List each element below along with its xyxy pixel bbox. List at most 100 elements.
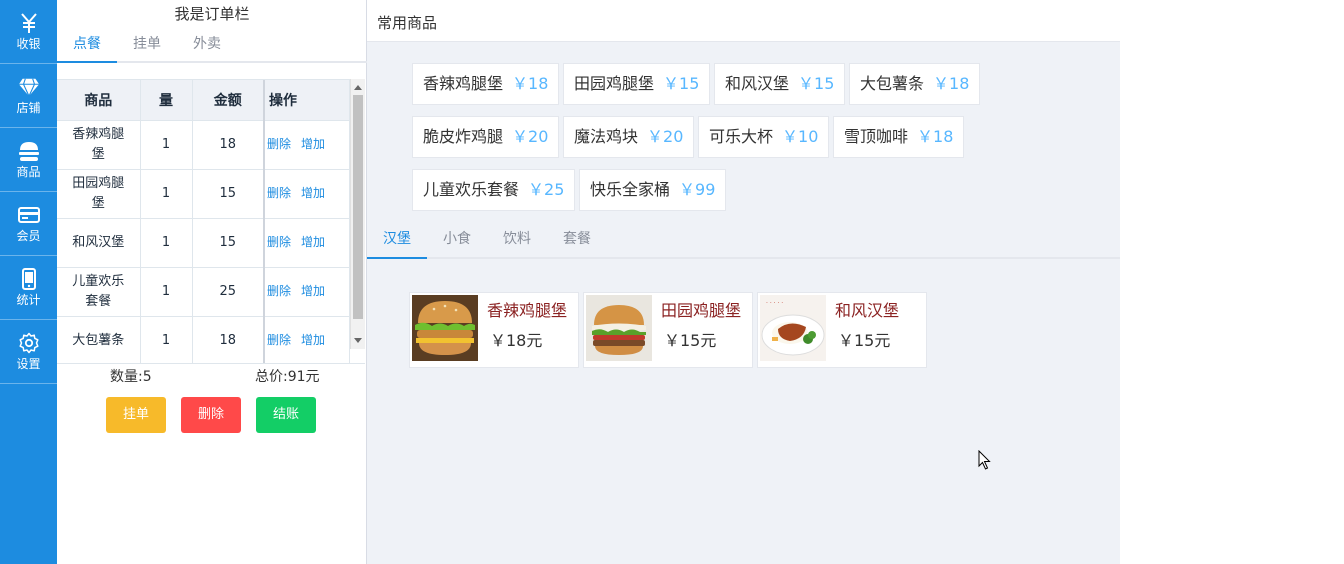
table-header-row: 商品 量 金额 操作	[57, 80, 350, 121]
goods-name: 香辣鸡腿堡	[487, 301, 568, 320]
scroll-thumb[interactable]	[353, 95, 363, 319]
svg-text:· · · · ·: · · · · ·	[766, 300, 783, 307]
burger-photo-image	[412, 295, 478, 361]
common-item-name: 快乐全家桶	[590, 180, 671, 199]
common-item[interactable]: 大包薯条 ￥18	[849, 63, 981, 105]
table-row: 香辣鸡腿堡 1 18 删除 增加	[57, 120, 350, 170]
scroll-up-arrow-icon[interactable]	[354, 85, 362, 90]
column-header-product: 商品	[57, 80, 141, 121]
delete-link[interactable]: 删除	[267, 235, 291, 249]
burger-photo-image	[586, 295, 652, 361]
nav-item-stats[interactable]: 统计	[0, 256, 57, 320]
common-item-name: 和风汉堡	[725, 74, 790, 93]
common-item-name: 魔法鸡块	[574, 127, 639, 146]
goods-price: ￥18元	[490, 331, 543, 350]
row-actions: 删除 增加	[263, 267, 350, 317]
common-item[interactable]: 田园鸡腿堡 ￥15	[563, 63, 711, 105]
nav-item-cashier[interactable]: 收银	[0, 0, 57, 64]
left-nav: 收银 店铺 商品 会员 统计 设置	[0, 0, 57, 564]
tab-order-takeout[interactable]: 外卖	[193, 27, 221, 63]
column-header-actions: 操作	[263, 80, 350, 121]
row-product-name: 和风汉堡	[57, 218, 141, 268]
delete-link[interactable]: 删除	[267, 284, 291, 298]
nav-label: 设置	[16, 357, 41, 371]
common-item[interactable]: 快乐全家桶 ￥99	[579, 169, 727, 211]
nav-item-shop[interactable]: 店铺	[0, 64, 57, 128]
divider	[57, 363, 365, 364]
nav-item-goods[interactable]: 商品	[0, 128, 57, 192]
row-actions: 删除 增加	[263, 120, 350, 170]
row-amount: 18	[192, 120, 265, 170]
row-qty: 1	[140, 169, 193, 219]
row-amount: 15	[192, 169, 265, 219]
yen-icon	[18, 12, 40, 34]
active-tab-indicator	[367, 257, 427, 259]
common-item-price: ￥25	[528, 180, 565, 199]
common-item[interactable]: 可乐大杯 ￥10	[698, 116, 830, 158]
goods-name: 田园鸡腿堡	[661, 301, 742, 320]
tab-category-burger[interactable]: 汉堡	[383, 221, 411, 257]
checkout-button[interactable]: 结账	[256, 397, 316, 433]
row-qty: 1	[140, 218, 193, 268]
order-tabs: 点餐 挂单 外卖	[57, 27, 367, 63]
order-panel-title: 我是订单栏	[174, 5, 250, 23]
pos-app: 收银 店铺 商品 会员 统计 设置 我是订单栏 点餐 挂单 外卖 商品 量 金额…	[0, 0, 1344, 564]
common-item-price: ￥18	[512, 74, 549, 93]
delete-link[interactable]: 删除	[267, 333, 291, 347]
tab-order-hold[interactable]: 挂单	[133, 27, 161, 63]
table-scrollbar[interactable]	[350, 79, 365, 349]
hold-order-button[interactable]: 挂单	[106, 397, 166, 433]
row-product-name: 大包薯条	[57, 316, 141, 364]
goods-price: ￥15元	[664, 331, 717, 350]
nav-item-members[interactable]: 会员	[0, 192, 57, 256]
nav-item-settings[interactable]: 设置	[0, 320, 57, 384]
common-item-name: 田园鸡腿堡	[574, 74, 655, 93]
add-link[interactable]: 增加	[301, 333, 325, 347]
table-row: 大包薯条 1 18 删除 增加	[57, 316, 350, 364]
common-item-price: ￥10	[782, 127, 819, 146]
order-total: 总价:91元	[255, 369, 320, 385]
add-link[interactable]: 增加	[301, 284, 325, 298]
common-item-price: ￥20	[647, 127, 684, 146]
category-tabs: 汉堡 小食 饮料 套餐	[367, 221, 1120, 259]
common-item[interactable]: 脆皮炸鸡腿 ￥20	[412, 116, 560, 158]
add-link[interactable]: 增加	[301, 235, 325, 249]
column-header-qty: 量	[140, 80, 193, 121]
order-summary: 数量:5 总价:91元	[57, 366, 367, 388]
scroll-down-arrow-icon[interactable]	[354, 338, 362, 343]
delete-order-button[interactable]: 删除	[181, 397, 241, 433]
common-item[interactable]: 雪顶咖啡 ￥18	[833, 116, 965, 158]
nav-label: 会员	[16, 229, 41, 243]
common-item[interactable]: 和风汉堡 ￥15	[714, 63, 846, 105]
tab-order-dine[interactable]: 点餐	[73, 27, 101, 63]
common-item-name: 脆皮炸鸡腿	[423, 127, 504, 146]
common-goods-header: 常用商品	[367, 0, 1120, 42]
burger-icon	[18, 140, 40, 162]
common-goods-title: 常用商品	[377, 14, 438, 32]
order-panel: 我是订单栏 点餐 挂单 外卖 商品 量 金额 操作 香辣鸡腿堡 1 18 删除 …	[57, 0, 367, 564]
goods-price: ￥15元	[838, 331, 891, 350]
nav-label: 店铺	[16, 101, 41, 115]
active-tab-indicator	[57, 61, 117, 63]
row-actions: 删除 增加	[263, 316, 350, 364]
goods-card[interactable]: 田园鸡腿堡 ￥15元	[583, 292, 753, 368]
tab-category-combos[interactable]: 套餐	[563, 221, 591, 257]
common-item[interactable]: 香辣鸡腿堡 ￥18	[412, 63, 560, 105]
delete-link[interactable]: 删除	[267, 137, 291, 151]
mouse-cursor-icon	[978, 450, 991, 470]
card-icon	[17, 204, 40, 226]
add-link[interactable]: 增加	[301, 137, 325, 151]
tab-category-drinks[interactable]: 饮料	[503, 221, 531, 257]
add-link[interactable]: 增加	[301, 186, 325, 200]
tab-category-snacks[interactable]: 小食	[443, 221, 471, 257]
delete-link[interactable]: 删除	[267, 186, 291, 200]
row-amount: 18	[192, 316, 265, 364]
row-actions: 删除 增加	[263, 169, 350, 219]
goods-card[interactable]: · · · · · 和风汉堡 ￥15元	[757, 292, 927, 368]
row-product-name: 田园鸡腿堡	[57, 169, 141, 219]
goods-card[interactable]: 香辣鸡腿堡 ￥18元	[409, 292, 579, 368]
order-table: 商品 量 金额 操作 香辣鸡腿堡 1 18 删除 增加 田园鸡腿堡 1 15 删…	[57, 80, 350, 364]
common-item-name: 大包薯条	[860, 74, 925, 93]
common-item[interactable]: 儿童欢乐套餐 ￥25	[412, 169, 576, 211]
common-item[interactable]: 魔法鸡块 ￥20	[563, 116, 695, 158]
